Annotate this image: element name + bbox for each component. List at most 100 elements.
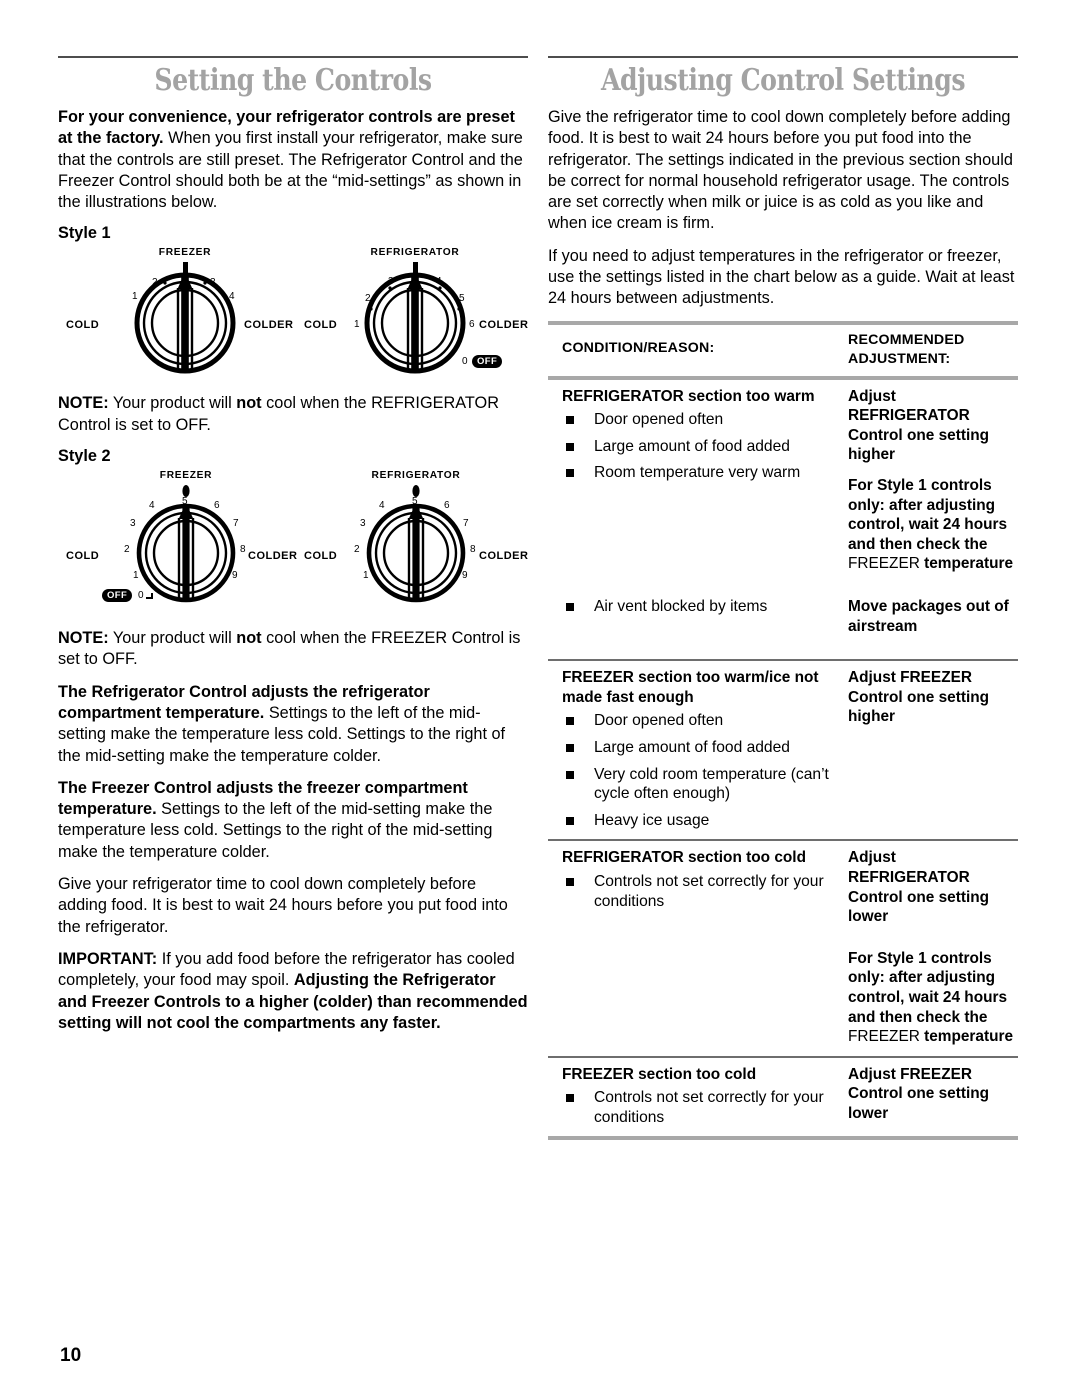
style2-refrigerator-tick-6: 6 bbox=[444, 500, 450, 512]
row5-bullet-0-text: Controls not set correctly for your cond… bbox=[594, 1089, 824, 1126]
row2-adjustment: Move packages out of airstream bbox=[848, 597, 1018, 645]
list-item: Controls not set correctly for your cond… bbox=[562, 872, 840, 911]
style1-refrigerator-tick-4: 4 bbox=[436, 276, 442, 288]
page-title-adjusting-control-settings: Adjusting Control Settings bbox=[600, 63, 966, 98]
note1-text-a: Your product will bbox=[108, 394, 237, 413]
row3-bullet-1-text: Large amount of food added bbox=[594, 738, 790, 756]
note-refrigerator-off: NOTE: Your product will not cool when th… bbox=[58, 393, 528, 436]
list-item: Air vent blocked by items bbox=[562, 597, 840, 617]
table-row: REFRIGERATOR section too cold Controls n… bbox=[548, 841, 1018, 1055]
manual-page: Setting the Controls For your convenienc… bbox=[0, 0, 1080, 1397]
style-2-dial-row: FREEZER 1 2 3 4 5 6 7 8 9 0 OFF COLD COL… bbox=[58, 470, 528, 608]
section-rule-left bbox=[58, 56, 528, 58]
chart-rule-bottom bbox=[548, 1136, 1018, 1141]
style1-freezer-caption: FREEZER bbox=[158, 247, 212, 259]
row5-adjustment: Adjust FREEZER Control one setting lower bbox=[848, 1058, 1018, 1133]
row4-condition: REFRIGERATOR section too cold Controls n… bbox=[548, 841, 848, 920]
page-number: 10 bbox=[60, 1345, 82, 1366]
row1-condition: REFRIGERATOR section too warm Door opene… bbox=[548, 380, 848, 492]
style2-refrigerator-tick-5: 5 bbox=[412, 496, 418, 508]
row1-adjustment-0: Adjust REFRIGERATOR Control one setting … bbox=[848, 387, 990, 464]
table-row: REFRIGERATOR section too warm Door opene… bbox=[548, 380, 1018, 583]
square-bullet-icon bbox=[566, 770, 574, 779]
square-bullet-icon bbox=[566, 816, 574, 825]
list-item: Room temperature very warm bbox=[562, 463, 840, 483]
list-item: Very cold room temperature (can’t cycle … bbox=[562, 765, 840, 804]
style1-refrigerator-tick-5: 5 bbox=[459, 293, 465, 305]
style2-freezer-tick-3: 3 bbox=[130, 518, 136, 530]
style-1-dial-row: FREEZER 1 2 3 4 COLD COLDER REFRIGERATOR… bbox=[58, 247, 528, 375]
style2-freezer-tick-4: 4 bbox=[149, 500, 155, 512]
style1-refrigerator-tick-6: 6 bbox=[469, 319, 475, 331]
note1-lead: NOTE: bbox=[58, 394, 109, 413]
row3-bullet-0-text: Door opened often bbox=[594, 712, 724, 730]
row1-adjustment: Adjust REFRIGERATOR Control one setting … bbox=[848, 380, 1018, 583]
square-bullet-icon bbox=[566, 717, 574, 726]
style1-freezer-colder-label: COLDER bbox=[244, 319, 294, 332]
style2-freezer-tick-1: 1 bbox=[133, 570, 139, 582]
note1-emph: not bbox=[236, 394, 262, 413]
style2-freezer-dial: FREEZER 1 2 3 4 5 6 7 8 9 0 OFF bbox=[102, 470, 256, 608]
row4-adjustment: Adjust REFRIGERATOR Control one setting … bbox=[848, 841, 1018, 1055]
style1-freezer-tick-2: 2 bbox=[152, 277, 158, 289]
adjusting-paragraph-2: If you need to adjust temperatures in th… bbox=[548, 246, 1015, 308]
style2-refrigerator-tick-1: 1 bbox=[363, 570, 369, 582]
table-row: FREEZER section too warm/ice not made fa… bbox=[548, 661, 1018, 839]
row2-bullet-list: Air vent blocked by items bbox=[562, 597, 840, 617]
row3-bullet-3-text: Heavy ice usage bbox=[594, 811, 710, 829]
row3-condition-title: FREEZER section too warm/ice not made fa… bbox=[562, 669, 819, 706]
list-item: Controls not set correctly for your cond… bbox=[562, 1088, 840, 1127]
style1-refrigerator-tick-0: 0 bbox=[462, 356, 468, 368]
style2-refrigerator-tick-4: 4 bbox=[379, 500, 385, 512]
square-bullet-icon bbox=[566, 442, 574, 451]
style2-freezer-tick-8: 8 bbox=[240, 544, 246, 556]
style-2-label: Style 2 bbox=[58, 447, 111, 466]
style1-refrigerator-tick-1: 1 bbox=[354, 319, 360, 331]
adjustment-chart: CONDITION/REASON: RECOMMENDED ADJUSTMENT… bbox=[548, 320, 1018, 1141]
row3-bullet-list: Door opened often Large amount of food a… bbox=[562, 711, 840, 830]
row4-adjustment-1-b: temperature bbox=[919, 1028, 1014, 1046]
square-bullet-icon bbox=[566, 603, 574, 612]
style2-freezer-tick-0: 0 bbox=[138, 590, 144, 602]
style2-freezer-tick-2: 2 bbox=[124, 544, 130, 556]
list-item: Door opened often bbox=[562, 711, 840, 731]
row1-bullet-list: Door opened often Large amount of food a… bbox=[562, 410, 840, 483]
table-row: Air vent blocked by items Move packages … bbox=[548, 597, 1018, 645]
style1-refrigerator-tick-2: 2 bbox=[365, 293, 371, 305]
row4-bullet-0-text: Controls not set correctly for your cond… bbox=[594, 872, 824, 910]
style2-freezer-tick-9: 9 bbox=[232, 570, 238, 582]
style2-freezer-caption: FREEZER bbox=[159, 470, 213, 482]
style2-refrigerator-dial: REFRIGERATOR 1 2 3 4 5 6 7 8 9 bbox=[346, 470, 486, 608]
square-bullet-icon bbox=[566, 469, 574, 478]
chart-header-row: CONDITION/REASON: RECOMMENDED ADJUSTMENT… bbox=[548, 325, 1018, 376]
row1-bullet-2-text: Room temperature very warm bbox=[594, 464, 801, 482]
chart-header-adjustment-line1: RECOMMENDED bbox=[848, 331, 965, 348]
list-item: Heavy ice usage bbox=[562, 811, 840, 831]
row5-condition-title: FREEZER section too cold bbox=[562, 1065, 757, 1083]
row2-bullet-0-text: Air vent blocked by items bbox=[594, 598, 768, 616]
row5-adjustment-0: Adjust FREEZER Control one setting lower bbox=[848, 1065, 990, 1122]
important-paragraph: IMPORTANT: If you add food before the re… bbox=[58, 949, 528, 1034]
row4-adjustment-1-reg: FREEZER bbox=[848, 1028, 920, 1046]
list-item: Large amount of food added bbox=[562, 738, 840, 758]
row3-adjustment: Adjust FREEZER Control one setting highe… bbox=[848, 661, 1018, 736]
note2-text-a: Your product will bbox=[108, 629, 237, 648]
style2-refrigerator-tick-3: 3 bbox=[360, 518, 366, 530]
note-freezer-off: NOTE: Your product will not cool when th… bbox=[58, 628, 528, 671]
style2-freezer-off-badge: OFF bbox=[102, 589, 133, 603]
paragraph-refrigerator-control: The Refrigerator Control adjusts the ref… bbox=[58, 682, 528, 767]
row3-adjustment-0: Adjust FREEZER Control one setting highe… bbox=[848, 669, 990, 726]
row4-condition-title: REFRIGERATOR section too cold bbox=[562, 849, 806, 867]
style2-freezer-tick-6: 6 bbox=[214, 500, 220, 512]
style1-refrigerator-off-badge: OFF bbox=[472, 355, 503, 369]
paragraph-freezer-control: The Freezer Control adjusts the freezer … bbox=[58, 778, 528, 863]
row1-adjustment-1-b: temperature bbox=[919, 555, 1014, 573]
style2-refrigerator-tick-2: 2 bbox=[354, 544, 360, 556]
style2-refrigerator-cold-label: COLD bbox=[304, 550, 338, 563]
square-bullet-icon bbox=[566, 743, 574, 752]
section-rule-right bbox=[548, 56, 1018, 58]
style-1-label: Style 1 bbox=[58, 224, 111, 243]
style1-refrigerator-cold-label: COLD bbox=[304, 319, 338, 332]
row1-condition-title: REFRIGERATOR section too warm bbox=[562, 387, 815, 405]
row4-adjustment-1-a: For Style 1 controls only: after adjusti… bbox=[848, 949, 1008, 1026]
